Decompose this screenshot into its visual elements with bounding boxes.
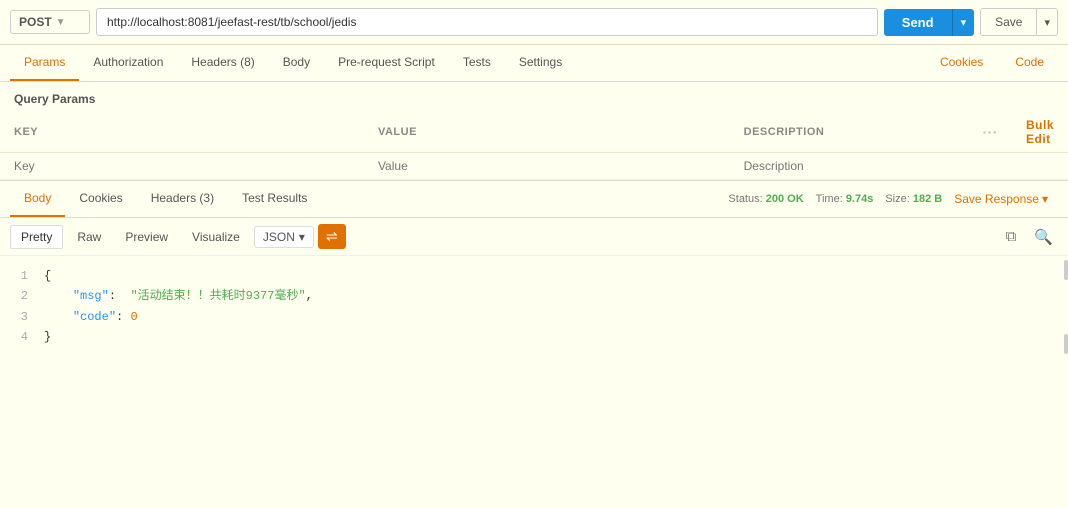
description-input[interactable] <box>744 159 955 173</box>
status-label: Status: 200 OK <box>728 193 803 205</box>
response-tab-cookies[interactable]: Cookies <box>65 181 136 217</box>
tab-prerequest[interactable]: Pre-request Script <box>324 45 449 81</box>
view-pretty-button[interactable]: Pretty <box>10 225 63 249</box>
save-dropdown-button[interactable]: ▾ <box>1036 9 1057 35</box>
wrap-icon: ⇌ <box>326 228 338 244</box>
time-label: Time: 9.74s <box>816 193 874 205</box>
line-numbers: 1 2 3 4 <box>14 266 44 348</box>
params-header-row: KEY VALUE DESCRIPTION ··· Bulk Edit <box>0 112 1068 153</box>
key-cell <box>0 153 364 180</box>
code-line-2: "msg": "活动结束！！共耗时9377毫秒", <box>44 286 1054 306</box>
method-chevron: ▼ <box>56 17 66 28</box>
send-button[interactable]: Send <box>884 9 952 36</box>
save-response-button[interactable]: Save Response ▾ <box>954 192 1048 206</box>
code-line-3: "code": 0 <box>44 307 1054 327</box>
tab-tests[interactable]: Tests <box>449 45 505 81</box>
tab-authorization[interactable]: Authorization <box>79 45 177 81</box>
save-button-group: Save ▾ <box>980 8 1058 36</box>
code-line-1: { <box>44 266 1054 286</box>
row-extra <box>1012 153 1068 180</box>
value-cell <box>364 153 730 180</box>
code-line-4: } <box>44 327 1054 347</box>
response-code-area: 1 2 3 4 { "msg": "活动结束！！共耗时9377毫秒", "cod… <box>0 256 1068 358</box>
copy-icon: ⧉ <box>1006 228 1017 245</box>
response-section: Body Cookies Headers (3) Test Results St… <box>0 180 1068 358</box>
search-button[interactable]: 🔍 <box>1029 225 1058 249</box>
code-content: { "msg": "活动结束！！共耗时9377毫秒", "code": 0 } <box>44 266 1054 348</box>
toolbar-right: ⧉ 🔍 <box>1001 225 1058 249</box>
time-value: 9.74s <box>846 193 874 205</box>
size-value: 182 B <box>913 193 942 205</box>
value-input[interactable] <box>378 159 716 173</box>
tab-code[interactable]: Code <box>1001 45 1058 81</box>
size-label: Size: 182 B <box>885 193 942 205</box>
tab-body[interactable]: Body <box>269 45 324 81</box>
response-status-area: Status: 200 OK Time: 9.74s Size: 182 B S… <box>728 192 1058 206</box>
params-table: KEY VALUE DESCRIPTION ··· Bulk Edit <box>0 112 1068 180</box>
response-tab-bar: Body Cookies Headers (3) Test Results St… <box>0 181 1068 218</box>
method-text: POST <box>19 15 52 29</box>
view-visualize-button[interactable]: Visualize <box>182 226 250 248</box>
response-tab-headers[interactable]: Headers (3) <box>137 181 228 217</box>
request-tab-bar: Params Authorization Headers (8) Body Pr… <box>0 45 1068 82</box>
row-actions <box>968 153 1012 180</box>
scroll-hint-top <box>1064 260 1068 280</box>
line-number-2: 2 <box>14 286 28 306</box>
search-icon: 🔍 <box>1034 229 1053 246</box>
query-params-title: Query Params <box>0 82 1068 112</box>
query-params-section: Query Params KEY VALUE DESCRIPTION ··· B… <box>0 82 1068 180</box>
send-dropdown-button[interactable]: ▾ <box>952 9 975 36</box>
format-selector[interactable]: JSON ▾ <box>254 226 314 248</box>
scroll-hint-bottom <box>1064 334 1068 354</box>
method-selector[interactable]: POST ▼ <box>10 10 90 34</box>
code-toolbar: Pretty Raw Preview Visualize JSON ▾ ⇌ ⧉ … <box>0 218 1068 256</box>
response-tab-test-results[interactable]: Test Results <box>228 181 321 217</box>
view-preview-button[interactable]: Preview <box>115 226 178 248</box>
key-input[interactable] <box>14 159 350 173</box>
bulk-edit-button[interactable]: Bulk Edit <box>1026 118 1054 146</box>
status-value: 200 OK <box>766 193 804 205</box>
description-column-header: DESCRIPTION <box>730 112 969 153</box>
line-number-3: 3 <box>14 307 28 327</box>
copy-button[interactable]: ⧉ <box>1001 225 1022 249</box>
table-row <box>0 153 1068 180</box>
line-number-4: 4 <box>14 327 28 347</box>
wrap-button[interactable]: ⇌ <box>318 224 346 249</box>
value-column-header: VALUE <box>364 112 730 153</box>
send-button-group: Send ▾ <box>884 9 974 36</box>
tab-params[interactable]: Params <box>10 45 79 81</box>
save-button[interactable]: Save <box>981 9 1036 35</box>
tab-headers[interactable]: Headers (8) <box>177 45 268 81</box>
response-tab-body[interactable]: Body <box>10 181 65 217</box>
top-bar: POST ▼ Send ▾ Save ▾ <box>0 0 1068 45</box>
key-column-header: KEY <box>0 112 364 153</box>
description-cell <box>730 153 969 180</box>
line-number-1: 1 <box>14 266 28 286</box>
view-raw-button[interactable]: Raw <box>67 226 111 248</box>
tab-cookies[interactable]: Cookies <box>926 45 997 81</box>
url-input[interactable] <box>96 8 878 36</box>
actions-column-header: ··· <box>968 112 1012 153</box>
code-lines: 1 2 3 4 { "msg": "活动结束！！共耗时9377毫秒", "cod… <box>14 266 1054 348</box>
tab-right-group: Cookies Code <box>926 45 1058 81</box>
more-options-icon[interactable]: ··· <box>982 124 998 140</box>
bulk-edit-header: Bulk Edit <box>1012 112 1068 153</box>
tab-settings[interactable]: Settings <box>505 45 576 81</box>
